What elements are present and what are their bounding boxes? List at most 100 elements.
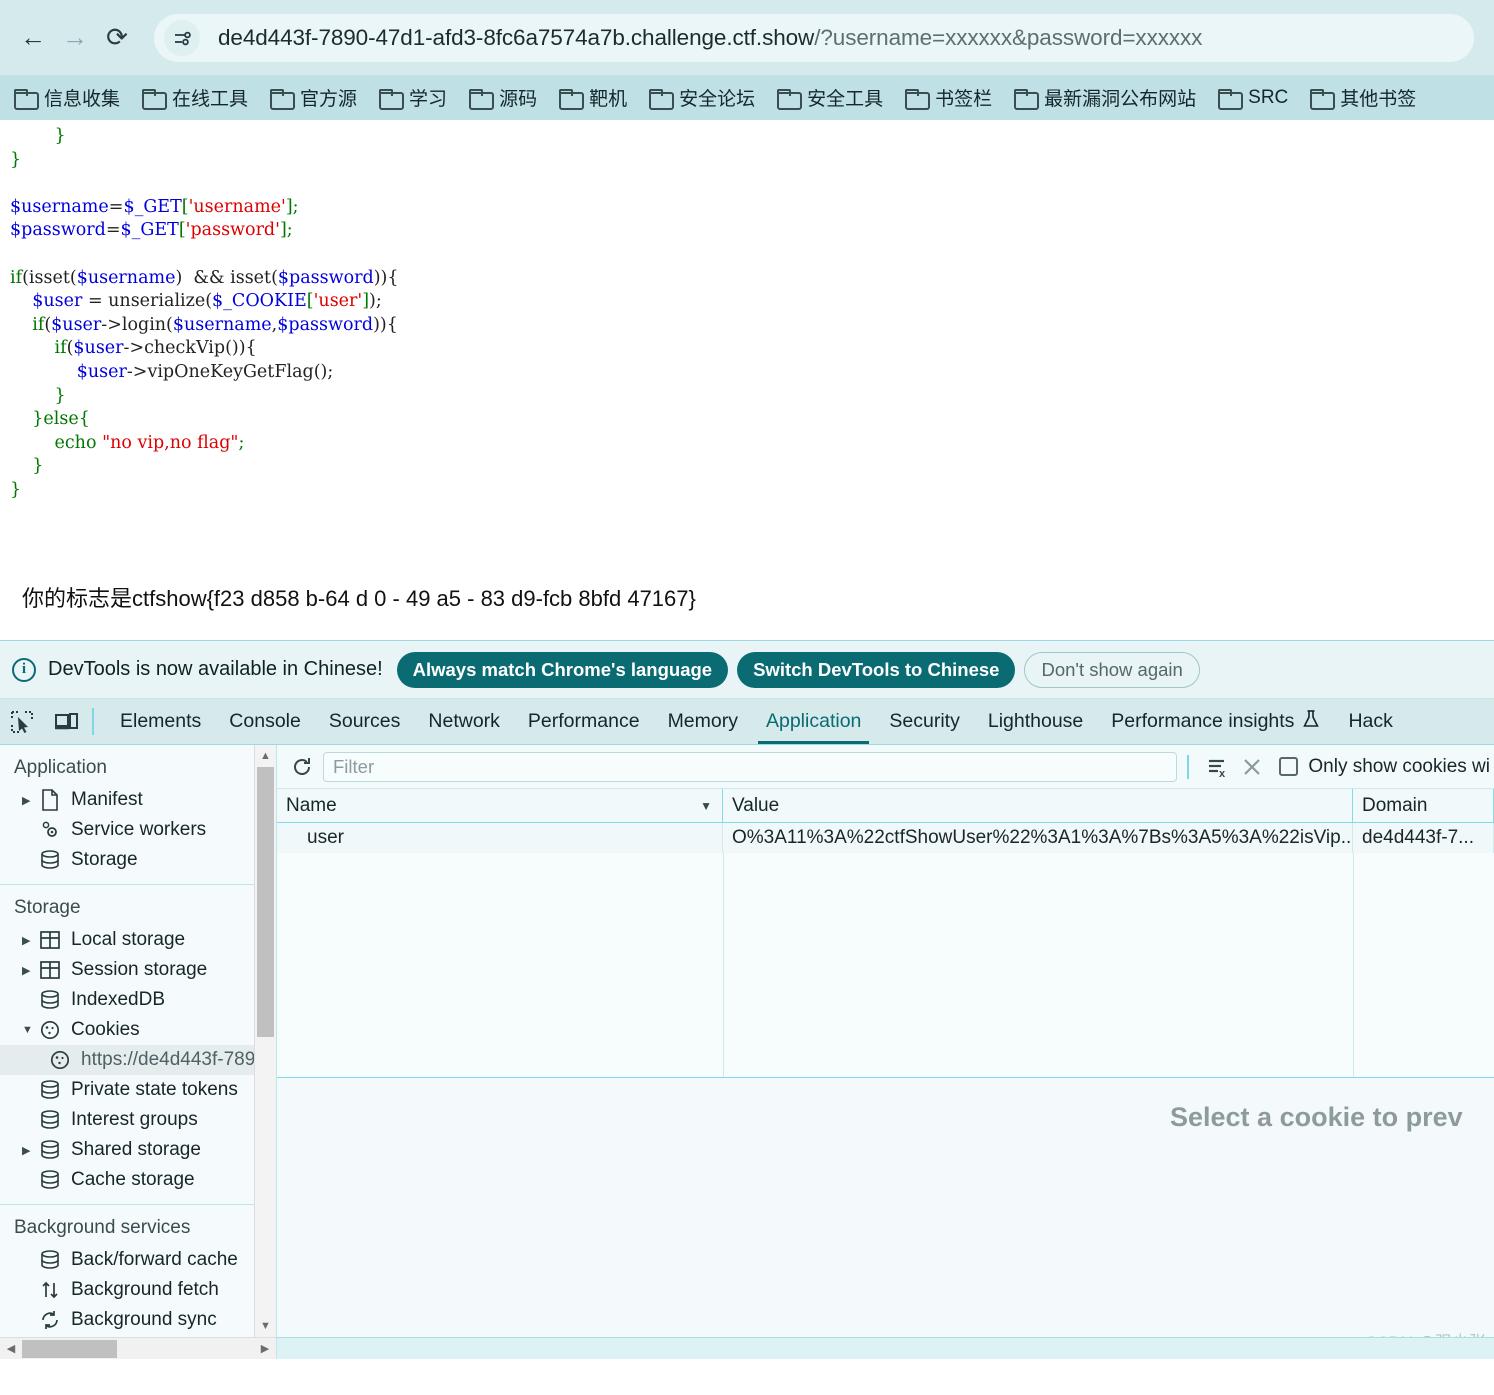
info-icon: i — [12, 657, 36, 682]
site-settings-icon[interactable] — [164, 19, 200, 56]
folder-icon — [379, 89, 405, 110]
code-line: $user->vipOneKeyGetFlag(); — [10, 361, 1494, 385]
back-button[interactable]: ← — [12, 17, 54, 59]
scroll-up-arrow-icon[interactable]: ▲ — [255, 745, 276, 767]
sidebar-item-cookies[interactable]: ▼ Cookies — [0, 1015, 276, 1045]
dont-show-again-button[interactable]: Don't show again — [1024, 651, 1200, 688]
scroll-right-arrow-icon[interactable]: ▶ — [254, 1342, 276, 1355]
database-icon — [38, 989, 62, 1011]
tab-memory[interactable]: Memory — [654, 699, 752, 744]
sidebar-item-shared-storage[interactable]: ▶ Shared storage — [0, 1135, 276, 1165]
sidebar-item-local-storage[interactable]: ▶ Local storage — [0, 925, 276, 955]
sidebar-group-title: Application — [14, 757, 107, 778]
tab-label: Security — [889, 710, 960, 732]
bookmark-item[interactable]: 源码 — [469, 84, 537, 111]
always-match-chrome-language-button[interactable]: Always match Chrome's language — [396, 651, 729, 688]
code-token: = — [108, 196, 124, 217]
database-icon — [38, 849, 62, 871]
only-show-cookies-toggle[interactable]: Only show cookies wi — [1279, 756, 1490, 778]
bookmark-item[interactable]: 其他书签 — [1310, 84, 1416, 111]
tab-lighthouse[interactable]: Lighthouse — [974, 699, 1097, 744]
tab-performance-insights[interactable]: Performance insights — [1097, 699, 1334, 744]
sidebar-item-label: Interest groups — [71, 1109, 198, 1130]
bookmark-item[interactable]: 最新漏洞公布网站 — [1014, 84, 1196, 111]
chevron-down-icon[interactable]: ▼ — [22, 1024, 38, 1036]
scroll-left-arrow-icon[interactable]: ◀ — [0, 1342, 22, 1355]
sidebar-horizontal-scrollbar[interactable]: ◀ ▶ — [0, 1337, 276, 1359]
bookmark-item[interactable]: 书签栏 — [905, 84, 992, 111]
sidebar-item-interest-groups[interactable]: Interest groups — [0, 1105, 276, 1135]
bookmark-item[interactable]: 官方源 — [270, 84, 357, 111]
bookmark-item[interactable]: 在线工具 — [142, 84, 248, 111]
sidebar-vertical-scrollbar[interactable]: ▲ ▼ — [254, 745, 276, 1337]
tab-label: Network — [428, 710, 500, 732]
table-row[interactable]: user O%3A11%3A%22ctfShowUser%22%3A1%3A%7… — [277, 823, 1494, 853]
address-bar[interactable]: de4d443f-7890-47d1-afd3-8fc6a7574a7b.cha… — [154, 13, 1474, 62]
tab-console[interactable]: Console — [215, 699, 315, 744]
tab-sources[interactable]: Sources — [315, 699, 415, 744]
code-token: 'user' — [313, 291, 363, 312]
devtools-bottom-strip — [277, 1337, 1494, 1359]
sidebar-group: Application ▶ Manifest Service workers Stora… — [0, 745, 276, 885]
delete-cookie-icon[interactable] — [1235, 750, 1269, 784]
bookmark-item[interactable]: 安全论坛 — [649, 84, 755, 111]
cookie-filter-input[interactable] — [323, 751, 1178, 782]
column-header-name[interactable]: Name ▼ — [277, 789, 723, 822]
sidebar-item-back-forward-cache[interactable]: Back/forward cache — [0, 1245, 276, 1275]
bookmark-item[interactable]: 信息收集 — [14, 84, 120, 111]
sidebar-item-https-de4d443f-789[interactable]: https://de4d443f-789 — [0, 1045, 276, 1075]
tab-network[interactable]: Network — [414, 699, 514, 744]
sidebar-item-background-sync[interactable]: Background sync — [0, 1305, 276, 1335]
sidebar-horizontal-scroll-thumb[interactable] — [22, 1339, 117, 1358]
refresh-icon[interactable] — [285, 750, 319, 784]
column-header-domain[interactable]: Domain — [1353, 789, 1494, 822]
bookmark-item[interactable]: 靶机 — [559, 84, 627, 111]
page-content: }} $username=$_GET['username']; $password… — [0, 120, 1494, 640]
table-column-guides — [277, 853, 1494, 1077]
device-toolbar-icon[interactable] — [44, 699, 88, 744]
inspect-element-icon[interactable] — [0, 699, 44, 744]
sidebar-item-label: Background fetch — [71, 1279, 219, 1300]
clear-all-cookies-icon[interactable]: x — [1201, 750, 1235, 784]
sidebar-vertical-scroll-thumb[interactable] — [257, 767, 274, 1037]
bookmark-item[interactable]: SRC — [1218, 87, 1288, 110]
bookmark-item[interactable]: 学习 — [379, 84, 447, 111]
code-token: ] — [279, 220, 287, 241]
column-header-name-label: Name — [286, 794, 337, 816]
sidebar-item-background-fetch[interactable]: Background fetch — [0, 1275, 276, 1305]
chevron-right-icon[interactable]: ▶ — [22, 1144, 38, 1157]
cookie-preview-placeholder: Select a cookie to prev — [1170, 1102, 1463, 1132]
sidebar-item-storage[interactable]: Storage — [0, 845, 276, 875]
tab-label: Console — [229, 710, 301, 732]
only-show-cookies-checkbox[interactable] — [1279, 757, 1299, 776]
tab-security[interactable]: Security — [875, 699, 973, 744]
scroll-down-arrow-icon[interactable]: ▼ — [255, 1315, 276, 1337]
tab-application[interactable]: Application — [752, 699, 875, 744]
bookmark-item[interactable]: 安全工具 — [777, 84, 883, 111]
cookie-icon — [48, 1049, 72, 1071]
bookmark-label: 安全论坛 — [679, 89, 756, 110]
sync-icon — [38, 1309, 62, 1331]
column-header-value[interactable]: Value — [723, 789, 1353, 822]
database-icon — [38, 1249, 62, 1271]
php-source-code: }} $username=$_GET['username']; $password… — [0, 120, 1494, 503]
chevron-right-icon[interactable]: ▶ — [22, 964, 38, 977]
bookmark-label: 其他书签 — [1340, 89, 1417, 110]
tab-hack[interactable]: Hack — [1334, 699, 1406, 744]
tab-performance[interactable]: Performance — [514, 699, 654, 744]
sidebar-item-indexeddb[interactable]: IndexedDB — [0, 985, 276, 1015]
sidebar-item-manifest[interactable]: ▶ Manifest — [0, 785, 276, 815]
sidebar-item-service-workers[interactable]: Service workers — [0, 815, 276, 845]
sidebar-item-private-state-tokens[interactable]: Private state tokens — [0, 1075, 276, 1105]
chevron-right-icon[interactable]: ▶ — [22, 794, 38, 807]
chevron-right-icon[interactable]: ▶ — [22, 934, 38, 947]
reload-button[interactable]: ⟳ — [96, 17, 138, 59]
bookmark-label: 信息收集 — [44, 89, 121, 110]
switch-devtools-to-chinese-button[interactable]: Switch DevTools to Chinese — [737, 651, 1016, 688]
sidebar-item-cache-storage[interactable]: Cache storage — [0, 1165, 276, 1195]
tab-elements[interactable]: Elements — [106, 699, 215, 744]
sidebar-item-session-storage[interactable]: ▶ Session storage — [0, 955, 276, 985]
address-bar-url[interactable]: de4d443f-7890-47d1-afd3-8fc6a7574a7b.cha… — [218, 25, 1202, 51]
forward-button[interactable]: → — [54, 17, 96, 59]
